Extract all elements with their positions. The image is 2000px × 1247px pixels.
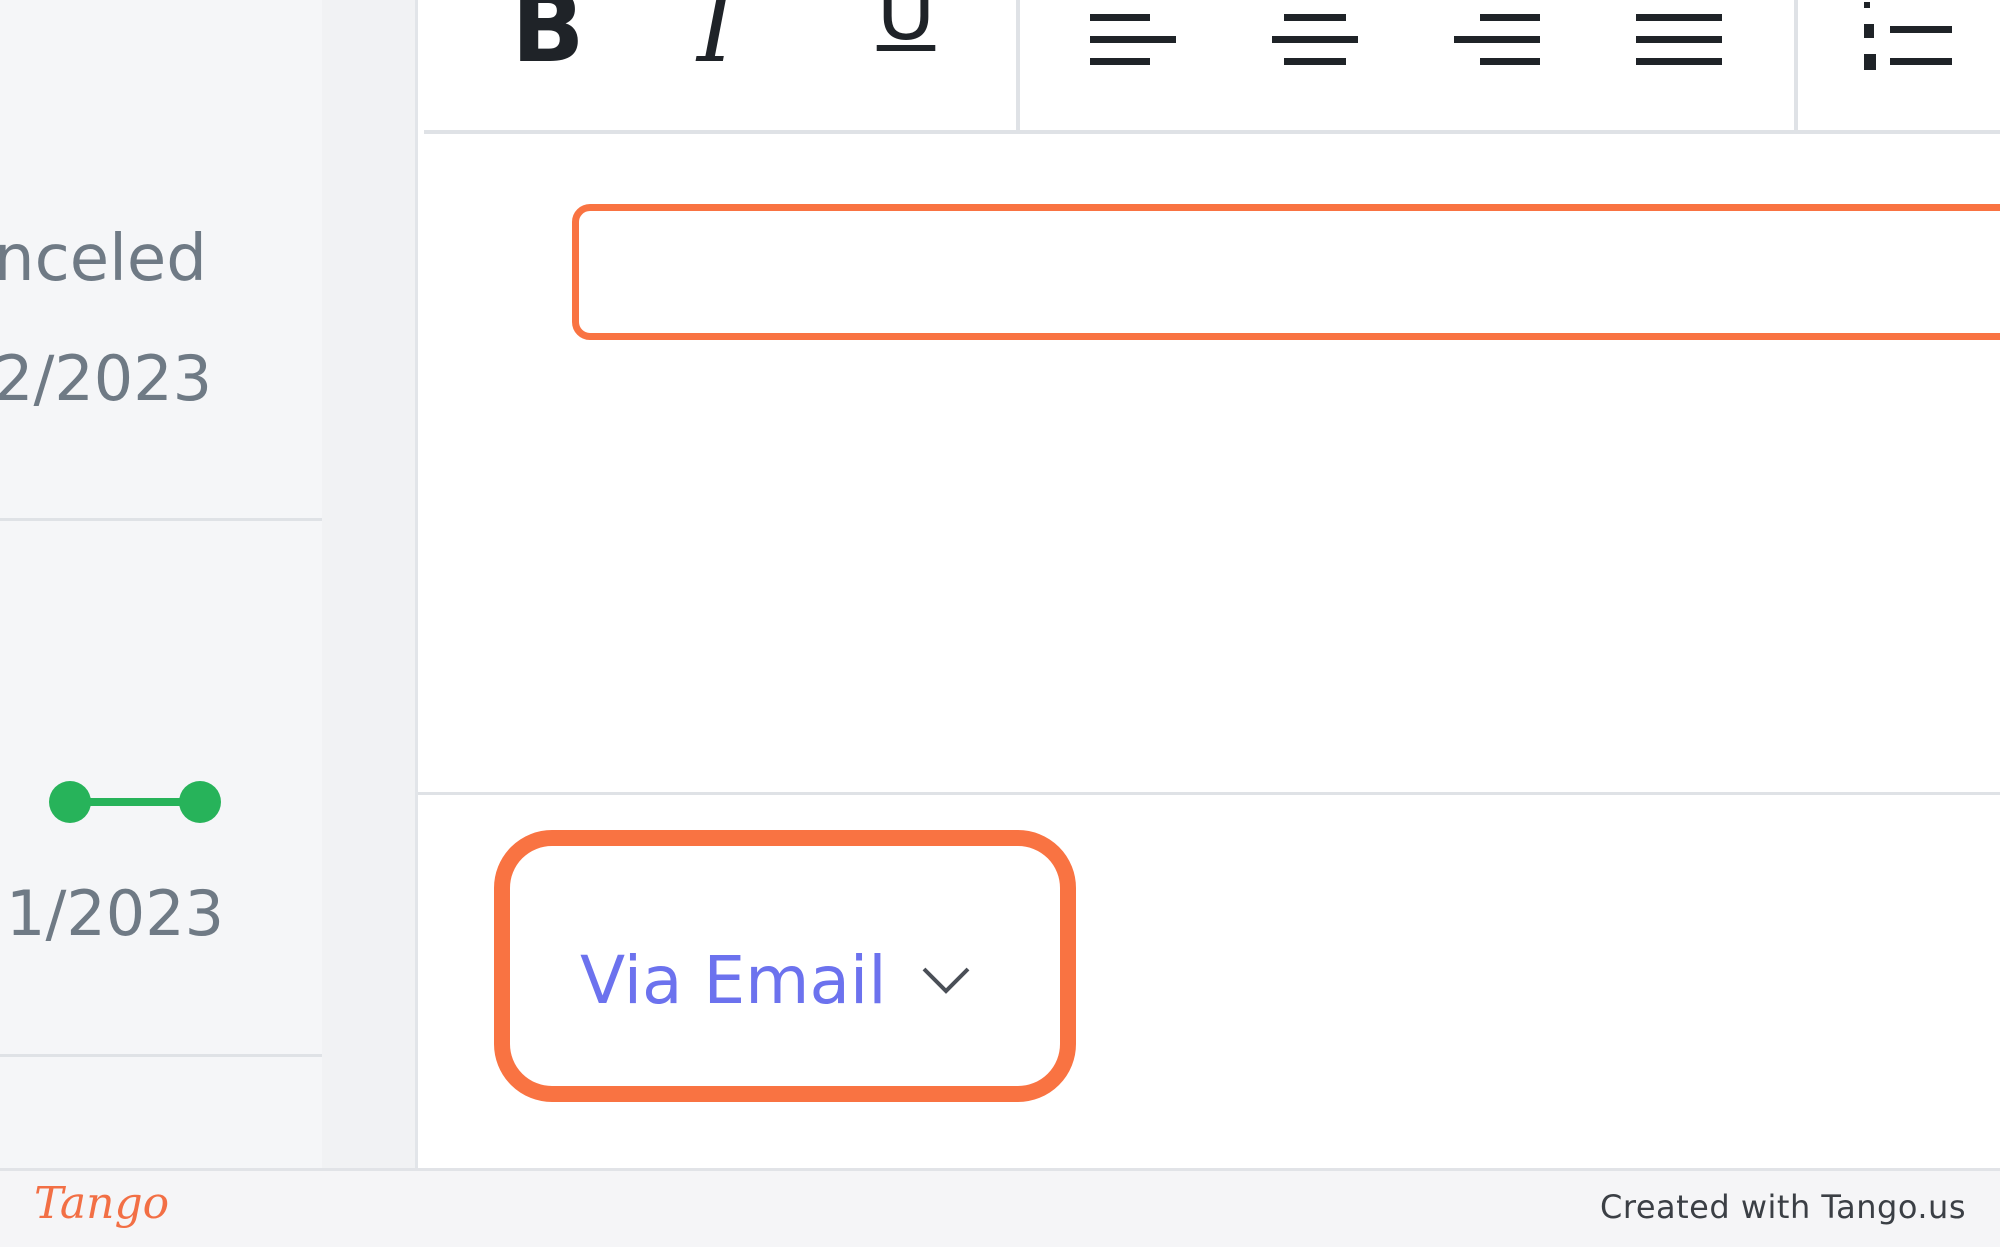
align-justify-icon[interactable] — [1636, 14, 1726, 70]
align-right-icon[interactable] — [1454, 14, 1544, 70]
italic-button[interactable]: I — [686, 0, 746, 80]
list-divider — [0, 1054, 322, 1057]
list-divider — [0, 518, 322, 521]
subject-input-highlight[interactable] — [572, 204, 2000, 340]
ticket-date-text: 1/2023 — [6, 877, 225, 950]
italic-icon: I — [697, 0, 735, 84]
ticket-list-panel: nceled 2/2023 1/2023 — [0, 0, 322, 1168]
chevron-down-icon — [922, 967, 969, 994]
tango-logo: Tango — [34, 1178, 170, 1229]
toolbar-divider — [1794, 0, 1798, 132]
underline-button[interactable]: U — [866, 0, 946, 80]
send-via-label: Via Email — [580, 941, 887, 1019]
ticket-status-text: nceled — [0, 222, 207, 296]
bold-button[interactable]: B — [508, 0, 588, 80]
ticket-date-text: 2/2023 — [0, 342, 213, 415]
underline-icon: U — [876, 0, 936, 58]
numbered-list-icon[interactable] — [1864, 0, 1964, 76]
send-via-dropdown[interactable]: Via Email — [580, 940, 971, 1020]
formatting-toolbar: B I U — [424, 0, 2000, 132]
bold-icon: B — [511, 0, 585, 84]
panel-gutter — [322, 0, 416, 1168]
align-center-icon[interactable] — [1272, 14, 1362, 70]
created-with-credit: Created with Tango.us — [1600, 1188, 1966, 1226]
toolbar-divider — [1016, 0, 1020, 132]
align-left-icon[interactable] — [1090, 14, 1180, 70]
editor-bottom-border — [418, 792, 2000, 795]
screenshot-frame: nceled 2/2023 1/2023 B I U Via Email Tan… — [0, 0, 2000, 1247]
status-connector-icon — [49, 781, 221, 823]
toolbar-border — [424, 130, 2000, 134]
